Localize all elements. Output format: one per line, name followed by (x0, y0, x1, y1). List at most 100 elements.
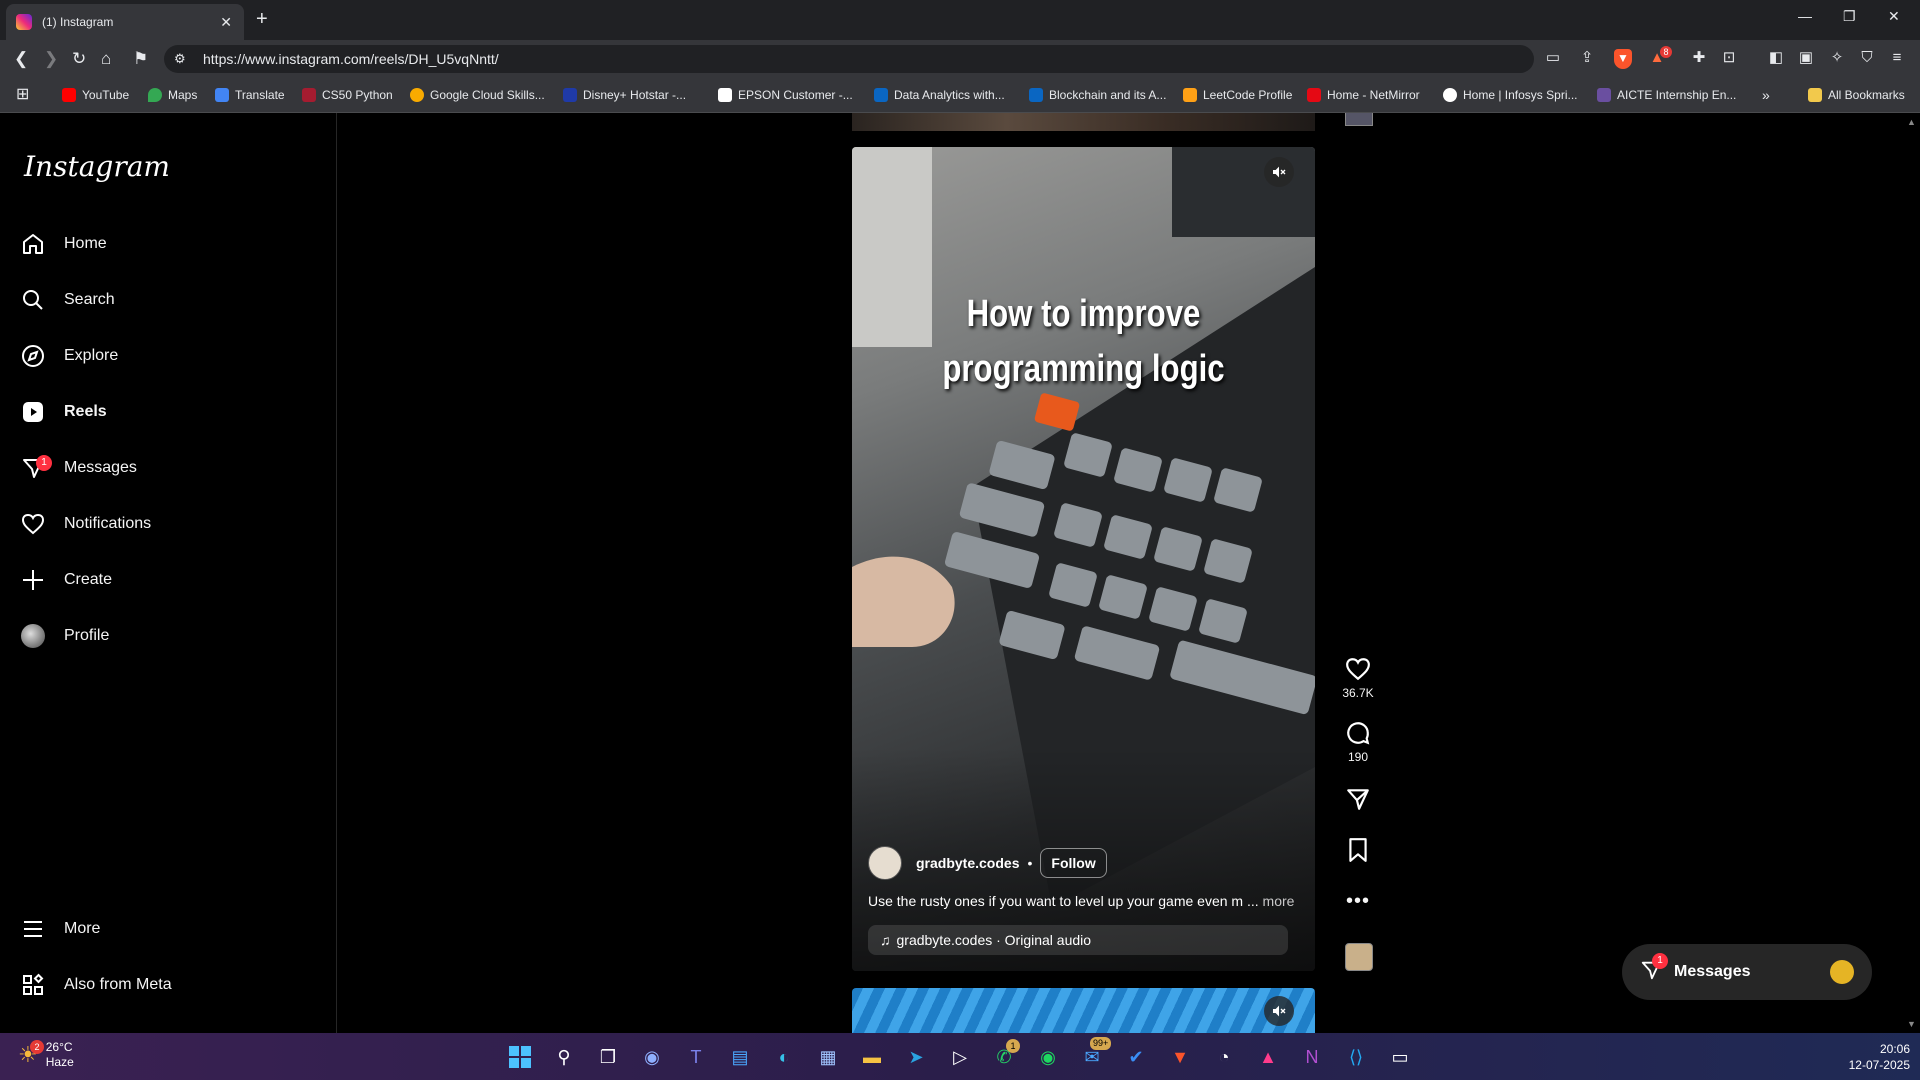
apps-grid-icon[interactable]: ⊞ (16, 84, 29, 104)
author-avatar[interactable] (868, 846, 902, 880)
nav-reels[interactable]: Reels (20, 392, 107, 432)
netmirror-icon (1307, 88, 1321, 102)
taskbar-clock[interactable]: 20:06 12-07-2025 (1830, 1041, 1910, 1073)
minimize-icon[interactable]: — (1798, 8, 1812, 24)
bookmarks-overflow-icon[interactable]: » (1762, 85, 1770, 105)
clock-time: 20:06 (1879, 1042, 1910, 1056)
save-action[interactable] (1338, 837, 1378, 863)
instagram-logo[interactable]: Instagram (24, 150, 170, 183)
taskbar-search-icon[interactable]: ⚲ (550, 1043, 578, 1071)
follow-button[interactable]: Follow (1040, 848, 1107, 878)
bookmark-data-analytics[interactable]: Data Analytics with... (874, 85, 1005, 105)
next-reel-preview[interactable] (852, 988, 1315, 1033)
reload-icon[interactable]: ↻ (72, 49, 86, 69)
nav-create[interactable]: Create (20, 560, 112, 600)
scroll-down-icon[interactable]: ▼ (1907, 1019, 1916, 1029)
nav-explore[interactable]: Explore (20, 336, 118, 376)
telegram-icon[interactable]: ➤ (902, 1043, 930, 1071)
messages-popup[interactable]: 1 Messages (1622, 944, 1872, 1000)
bookmark-cs50[interactable]: CS50 Python (302, 85, 393, 105)
nav-more[interactable]: More (20, 909, 100, 949)
whatsapp-badge: 1 (1006, 1039, 1020, 1053)
leo-ai-icon[interactable]: ✧ (1828, 49, 1846, 67)
new-tab-icon[interactable]: + (256, 8, 268, 31)
weather-widget[interactable]: ☀ 2 26°C Haze (18, 1040, 74, 1070)
bookmark-translate[interactable]: Translate (215, 85, 285, 105)
home-icon[interactable]: ⌂ (101, 49, 111, 69)
clock-app-icon[interactable]: ◔ (1210, 1043, 1238, 1071)
nav-messages[interactable]: 1 Messages (20, 448, 137, 488)
bookmark-youtube[interactable]: YouTube (62, 85, 129, 105)
leetcode-icon (1183, 88, 1197, 102)
previous-reel-edge[interactable] (852, 113, 1315, 131)
bookmark-leetcode[interactable]: LeetCode Profile (1183, 85, 1292, 105)
edge-icon[interactable]: ◐ (770, 1043, 798, 1071)
onenote-icon[interactable]: N (1298, 1043, 1326, 1071)
bookmark-epson[interactable]: EPSON Customer -... (718, 85, 853, 105)
audio-thumbnail[interactable] (1345, 943, 1373, 971)
back-icon[interactable]: ❮ (14, 49, 28, 69)
previous-audio-thumbnail[interactable] (1345, 113, 1373, 126)
nav-profile[interactable]: Profile (20, 616, 109, 656)
teams-icon[interactable]: T (682, 1043, 710, 1071)
site-info-icon[interactable]: ⚙ (174, 51, 186, 67)
terminal-icon[interactable]: ▭ (1386, 1043, 1414, 1071)
forward-icon[interactable]: ❯ (44, 49, 58, 69)
nav-search[interactable]: Search (20, 280, 115, 320)
restore-icon[interactable]: ❐ (1843, 8, 1856, 25)
store-icon[interactable]: ▦ (814, 1043, 842, 1071)
spotify-icon[interactable]: ◉ (1034, 1043, 1062, 1071)
affinity-icon[interactable]: ▲ (1254, 1043, 1282, 1071)
share-icon[interactable]: ⇪ (1578, 49, 1596, 67)
bookmark-aicte[interactable]: AICTE Internship En... (1597, 85, 1736, 105)
nav-notifications[interactable]: Notifications (20, 504, 151, 544)
tab-close-icon[interactable]: ✕ (220, 14, 232, 31)
bookmark-page-icon[interactable]: ⚑ (133, 49, 148, 69)
copilot-icon[interactable]: ◉ (638, 1043, 666, 1071)
scroll-up-icon[interactable]: ▲ (1907, 117, 1916, 127)
more-options-icon[interactable]: ••• (1338, 890, 1378, 913)
page-scrollbar[interactable]: ▲ ▼ (1904, 113, 1920, 1033)
screenshot-icon[interactable]: ⊡ (1720, 49, 1738, 67)
extensions-icon[interactable]: ✚ (1690, 49, 1708, 67)
todo-icon[interactable]: ✔ (1122, 1043, 1150, 1071)
bookmark-hotstar[interactable]: Disney+ Hotstar -... (563, 85, 686, 105)
whatsapp-icon[interactable]: ✆ 1 (990, 1039, 1020, 1071)
url-text[interactable]: https://www.instagram.com/reels/DH_U5vqN… (203, 51, 499, 67)
all-bookmarks[interactable]: All Bookmarks (1808, 85, 1905, 105)
hamburger-icon (20, 916, 46, 942)
comment-action[interactable]: 190 (1338, 720, 1378, 764)
widgets-icon[interactable]: ▤ (726, 1043, 754, 1071)
window-close-icon[interactable]: ✕ (1888, 8, 1900, 25)
nav-home[interactable]: Home (20, 224, 107, 264)
bookmark-netmirror[interactable]: Home - NetMirror (1307, 85, 1420, 105)
mute-icon[interactable] (1264, 157, 1294, 187)
bookmark-blockchain[interactable]: Blockchain and its A... (1029, 85, 1166, 105)
nav-also-from-meta[interactable]: Also from Meta (20, 965, 172, 1005)
vscode-icon[interactable]: ⟨⟩ (1342, 1043, 1370, 1071)
media-player-icon[interactable]: ▷ (946, 1043, 974, 1071)
vpn-icon[interactable]: ⛉ (1858, 49, 1876, 67)
mute-icon[interactable] (1264, 996, 1294, 1026)
mail-icon[interactable]: ✉ 99+ (1078, 1037, 1112, 1071)
cast-icon[interactable]: ▭ (1544, 49, 1562, 67)
caption-more-link[interactable]: more (1263, 893, 1295, 909)
browser-tab[interactable]: (1) Instagram ✕ (6, 4, 244, 40)
instagram-favicon-icon (16, 14, 32, 30)
brave-taskbar-icon[interactable]: ▼ (1166, 1043, 1194, 1071)
reel-audio-pill[interactable]: ♫ gradbyte.codes · Original audio (868, 925, 1288, 955)
wallet-icon[interactable]: ▣ (1797, 49, 1815, 67)
bookmark-google-cloud[interactable]: Google Cloud Skills... (410, 85, 545, 105)
brave-shields-icon[interactable]: ▼ (1614, 49, 1632, 69)
menu-icon[interactable]: ≡ (1888, 49, 1906, 67)
file-explorer-icon[interactable]: ▬ (858, 1043, 886, 1071)
sidebar-toggle-icon[interactable]: ◧ (1767, 49, 1785, 67)
author-username[interactable]: gradbyte.codes (916, 855, 1019, 871)
bookmark-maps[interactable]: Maps (148, 85, 197, 105)
bookmark-infosys[interactable]: Home | Infosys Spri... (1443, 85, 1578, 105)
share-action[interactable] (1338, 786, 1378, 812)
reel-caption[interactable]: Use the rusty ones if you want to level … (868, 893, 1294, 909)
task-view-icon[interactable]: ❐ (594, 1043, 622, 1071)
windows-start-icon[interactable] (506, 1043, 534, 1071)
like-action[interactable]: 36.7K (1338, 656, 1378, 700)
